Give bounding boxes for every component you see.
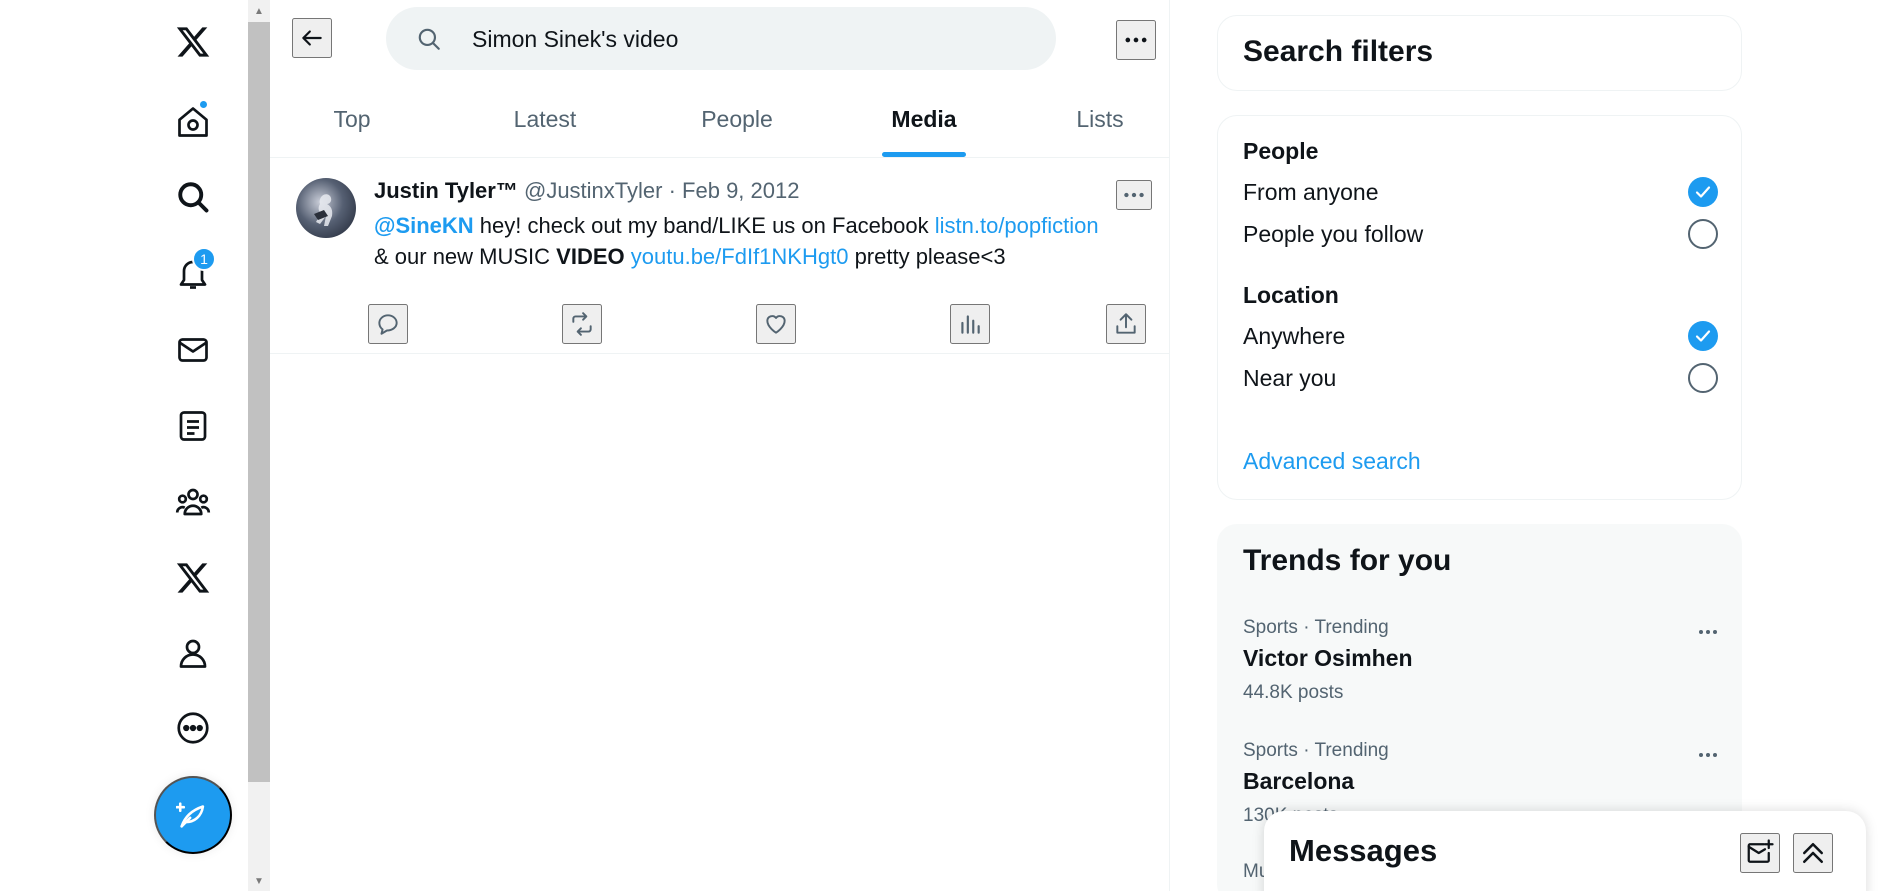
trend-count: 44.8K posts xyxy=(1243,682,1344,703)
advanced-search-link[interactable]: Advanced search xyxy=(1243,448,1421,475)
tweet-actions xyxy=(270,304,1170,344)
unchecked-radio-icon[interactable] xyxy=(1688,219,1718,249)
tweet-link[interactable]: youtu.be/FdIf1NKHgt0 xyxy=(631,244,849,269)
filter-from-anyone[interactable]: From anyone xyxy=(1243,175,1718,209)
tab-top[interactable]: Top xyxy=(270,80,434,158)
back-button[interactable] xyxy=(292,18,332,58)
messages-icon[interactable] xyxy=(168,325,218,375)
tweet-text-part: & our new MUSIC xyxy=(374,244,557,269)
home-icon[interactable] xyxy=(168,97,218,147)
active-tab-indicator xyxy=(882,152,966,157)
more-horizontal-icon xyxy=(1699,630,1717,634)
tab-media[interactable]: Media xyxy=(818,80,1030,158)
tweet-mention[interactable]: @SineKN xyxy=(374,213,474,238)
share-button[interactable] xyxy=(1106,304,1146,344)
left-navigation: 1 xyxy=(0,0,248,891)
filter-option-label: Near you xyxy=(1243,365,1337,391)
compose-feather-icon xyxy=(176,802,205,828)
tweet-link[interactable]: listn.to/popfiction xyxy=(935,213,1099,238)
messages-title: Messages xyxy=(1289,833,1438,868)
scroll-down-arrow[interactable]: ▼ xyxy=(248,872,270,890)
search-input[interactable]: Simon Sinek's video xyxy=(472,26,678,53)
search-box[interactable]: Simon Sinek's video xyxy=(386,7,1056,70)
tab-latest[interactable]: Latest xyxy=(434,80,656,158)
tweet-text-part: hey! check out my band/LIKE us on Facebo… xyxy=(473,213,935,238)
arrow-left-icon xyxy=(302,30,322,46)
trend-context: Sports · Trending xyxy=(1243,617,1389,638)
compose-post-button[interactable] xyxy=(154,776,232,854)
filter-option-label: From anyone xyxy=(1243,179,1379,205)
reply-button[interactable] xyxy=(368,304,408,344)
search-filters-card: People From anyone People you follow Loc… xyxy=(1217,115,1742,500)
explore-icon[interactable] xyxy=(168,172,218,222)
trend-item[interactable]: Sports · Trending Victor Osimhen 44.8K p… xyxy=(1243,617,1723,704)
x-logo-icon[interactable] xyxy=(168,17,218,67)
notifications-icon[interactable]: 1 xyxy=(168,247,218,299)
views-button[interactable] xyxy=(950,304,990,344)
filter-people-heading: People xyxy=(1243,138,1319,164)
new-message-icon xyxy=(1747,839,1774,863)
home-notification-dot xyxy=(198,99,209,110)
trend-name: Barcelona xyxy=(1243,768,1355,794)
communities-icon[interactable] xyxy=(168,477,218,527)
tweet-date[interactable]: Feb 9, 2012 xyxy=(682,178,799,203)
heart-icon xyxy=(766,315,786,334)
trend-name: Victor Osimhen xyxy=(1243,645,1413,671)
tweet-author-name[interactable]: Justin Tyler™ xyxy=(374,178,518,203)
tweet-author-handle[interactable]: @JustinxTyler xyxy=(524,178,662,203)
search-tabs: Top Latest People Media Lists xyxy=(270,80,1170,158)
tweet-text-part: pretty please<3 xyxy=(848,244,1006,269)
expand-messages-button[interactable] xyxy=(1793,833,1833,873)
avatar[interactable] xyxy=(296,178,356,238)
like-button[interactable] xyxy=(756,304,796,344)
double-chevron-up-icon xyxy=(1803,843,1823,863)
checked-radio-icon[interactable] xyxy=(1688,177,1718,207)
new-message-button[interactable] xyxy=(1740,833,1780,873)
profile-icon[interactable] xyxy=(168,628,218,678)
filter-location-heading: Location xyxy=(1243,282,1339,308)
lists-icon[interactable] xyxy=(168,401,218,451)
trend-context: Sports · Trending xyxy=(1243,740,1389,761)
unchecked-radio-icon[interactable] xyxy=(1688,363,1718,393)
tweet-separator: · xyxy=(668,178,676,203)
search-more-button[interactable] xyxy=(1116,20,1156,60)
trends-title: Trends for you xyxy=(1243,544,1452,577)
more-horizontal-icon xyxy=(1125,37,1147,43)
search-results-column: Simon Sinek's video Top Latest People Me… xyxy=(270,0,1170,891)
filter-people-you-follow[interactable]: People you follow xyxy=(1243,217,1718,251)
search-filters-title: Search filters xyxy=(1243,35,1434,68)
search-filters-header-card: Search filters xyxy=(1217,15,1742,91)
share-icon xyxy=(1116,313,1136,334)
tweet-bold-text: VIDEO xyxy=(556,244,625,269)
repost-button[interactable] xyxy=(562,304,602,344)
trend-more-button[interactable] xyxy=(1693,740,1723,770)
tab-lists[interactable]: Lists xyxy=(1030,80,1170,158)
scroll-up-arrow[interactable]: ▲ xyxy=(248,2,270,20)
page-scrollbar-thumb[interactable] xyxy=(248,22,270,782)
tweet-header: Justin Tyler™ @JustinxTyler · Feb 9, 201… xyxy=(374,178,799,204)
filter-option-label: People you follow xyxy=(1243,221,1424,247)
search-icon xyxy=(418,28,440,50)
more-horizontal-icon xyxy=(1699,753,1717,757)
reply-icon xyxy=(378,314,398,335)
more-horizontal-icon xyxy=(1124,192,1144,198)
trend-more-button[interactable] xyxy=(1693,617,1723,647)
more-options-icon[interactable] xyxy=(168,703,218,753)
repost-icon xyxy=(572,312,592,336)
tweet-more-button[interactable] xyxy=(1116,180,1152,210)
tweet[interactable]: Justin Tyler™ @JustinxTyler · Feb 9, 201… xyxy=(270,158,1170,354)
checked-radio-icon[interactable] xyxy=(1688,321,1718,351)
filter-option-label: Anywhere xyxy=(1243,323,1346,349)
notifications-badge: 1 xyxy=(192,247,216,271)
tweet-text: @SineKN hey! check out my band/LIKE us o… xyxy=(374,210,1154,272)
tab-people[interactable]: People xyxy=(656,80,818,158)
filter-anywhere[interactable]: Anywhere xyxy=(1243,319,1718,353)
premium-x-icon[interactable] xyxy=(168,553,218,603)
analytics-icon xyxy=(961,315,980,334)
filter-near-you[interactable]: Near you xyxy=(1243,361,1718,395)
messages-drawer[interactable]: Messages xyxy=(1264,811,1866,891)
